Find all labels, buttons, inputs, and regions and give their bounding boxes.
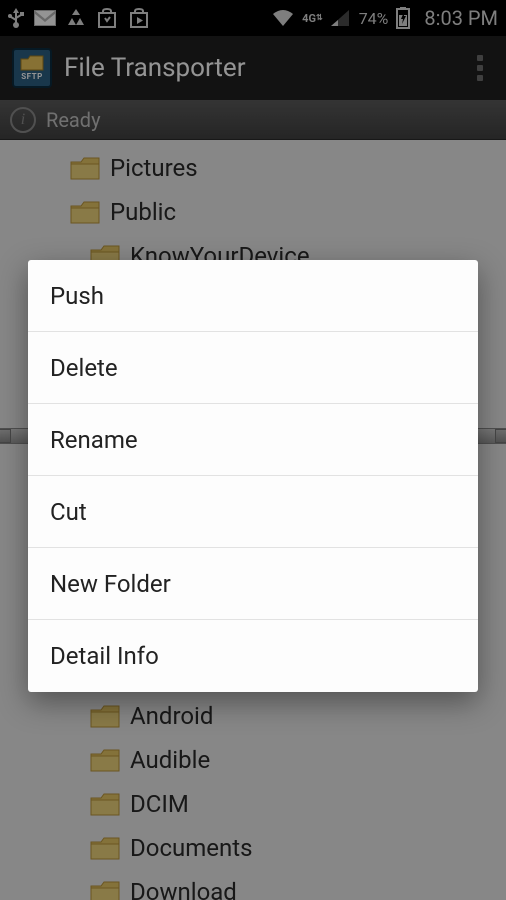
screen: 4G⇅ 74% 8:03 PM SFTP File Transporter i … xyxy=(0,0,506,900)
context-menu-item-label: Push xyxy=(50,282,104,310)
context-menu-item-cut[interactable]: Cut xyxy=(28,476,478,548)
context-menu-item-label: New Folder xyxy=(50,570,171,598)
context-menu-item-label: Delete xyxy=(50,354,118,382)
context-menu-item-label: Detail Info xyxy=(50,642,159,670)
context-menu-item-new-folder[interactable]: New Folder xyxy=(28,548,478,620)
context-menu-item-label: Rename xyxy=(50,426,138,454)
context-menu-dialog: Push Delete Rename Cut New Folder Detail Info xyxy=(28,260,478,692)
context-menu-item-delete[interactable]: Delete xyxy=(28,332,478,404)
context-menu-item-label: Cut xyxy=(50,498,87,526)
context-menu-item-push[interactable]: Push xyxy=(28,260,478,332)
context-menu-item-detail-info[interactable]: Detail Info xyxy=(28,620,478,692)
context-menu-item-rename[interactable]: Rename xyxy=(28,404,478,476)
